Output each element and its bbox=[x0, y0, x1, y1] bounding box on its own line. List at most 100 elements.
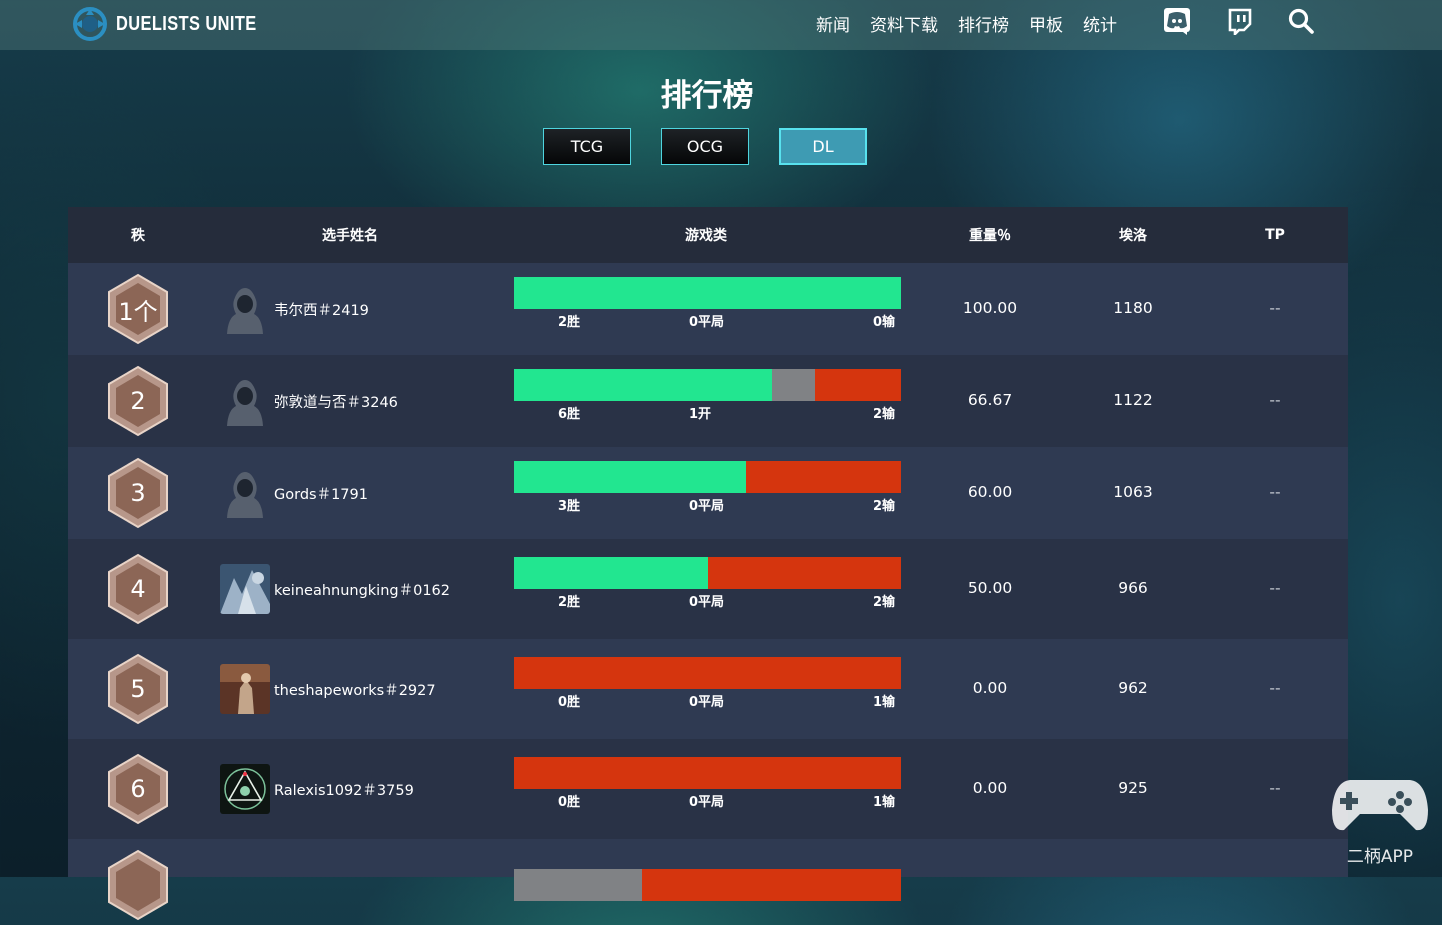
watermark-text: 二柄APP bbox=[1346, 847, 1414, 867]
draws-segment bbox=[771, 369, 815, 401]
discord-icon[interactable] bbox=[1162, 6, 1192, 36]
site-logo[interactable]: DUELISTS UNITE bbox=[72, 4, 287, 44]
hexagon-badge-icon bbox=[108, 849, 168, 921]
table-row[interactable]: 2 弥敦道与否＃3246 6胜 1开 2输 66.67 1122 -- bbox=[68, 355, 1348, 447]
player-name[interactable]: Ralexis1092＃3759 bbox=[274, 779, 414, 800]
leaderboard-table: 秩 选手姓名 游戏类 重量％ 埃洛 TP 1个 韦尔西＃2419 2胜 0平局 0输 10… bbox=[68, 207, 1348, 921]
rank-badge: 3 bbox=[106, 457, 170, 529]
draws-label: 0平局 bbox=[689, 795, 725, 810]
top-navbar: DUELISTS UNITE 新闻 资料下载 排行榜 甲板 统计 bbox=[0, 0, 1442, 50]
losses-segment bbox=[746, 461, 901, 493]
draws-segment bbox=[514, 869, 642, 901]
weight-value: 66.67 bbox=[967, 391, 1013, 409]
record-bar bbox=[514, 557, 901, 589]
record-bar bbox=[514, 277, 901, 309]
weight-value: 100.00 bbox=[962, 299, 1018, 317]
main-nav: 新闻 资料下载 排行榜 甲板 统计 bbox=[816, 11, 1117, 36]
nav-news[interactable]: 新闻 bbox=[816, 11, 850, 36]
table-row[interactable]: 4 keineahnungking＃0162 2胜 0平局 2输 50.00 966 -- bbox=[68, 539, 1348, 639]
tab-ocg[interactable]: OCG bbox=[661, 128, 749, 165]
draws-label: 0平局 bbox=[689, 595, 725, 610]
tab-tcg[interactable]: TCG bbox=[543, 128, 631, 165]
nav-rankings[interactable]: 排行榜 bbox=[958, 11, 1009, 36]
col-weight[interactable]: 重量％ bbox=[930, 225, 1050, 245]
player-name[interactable]: Gords＃1791 bbox=[274, 483, 368, 504]
avatar[interactable] bbox=[220, 284, 270, 334]
elo-value: 925 bbox=[1118, 779, 1148, 797]
record-bar bbox=[514, 461, 901, 493]
rank-number: 3 bbox=[130, 479, 146, 507]
record-bar bbox=[514, 657, 901, 689]
table-row[interactable]: 5 theshapeworks＃2927 0胜 0平局 1输 0.00 962 -- bbox=[68, 639, 1348, 739]
record-bar bbox=[514, 757, 901, 789]
wins-label: 0胜 bbox=[558, 795, 581, 810]
losses-label: 1输 bbox=[873, 795, 896, 810]
record-bar bbox=[514, 369, 901, 401]
player-name[interactable]: keineahnungking＃0162 bbox=[274, 579, 450, 600]
gamepad-icon bbox=[1332, 780, 1428, 831]
elo-value: 966 bbox=[1118, 579, 1148, 597]
elo-value: 1122 bbox=[1113, 391, 1153, 409]
tp-value: -- bbox=[1269, 483, 1281, 501]
rank-badge bbox=[106, 849, 170, 921]
nav-stats[interactable]: 统计 bbox=[1083, 11, 1117, 36]
table-row[interactable]: 1个 韦尔西＃2419 2胜 0平局 0输 100.00 1180 -- bbox=[68, 263, 1348, 355]
tp-value: -- bbox=[1269, 679, 1281, 697]
col-player[interactable]: 选手姓名 bbox=[270, 225, 430, 245]
rank-number: 5 bbox=[130, 675, 146, 703]
weight-value: 0.00 bbox=[972, 779, 1008, 797]
avatar[interactable] bbox=[220, 664, 270, 714]
rank-badge: 5 bbox=[106, 653, 170, 725]
page-title: 排行榜 bbox=[660, 78, 754, 114]
weight-value: 0.00 bbox=[972, 679, 1008, 697]
player-name[interactable]: 韦尔西＃2419 bbox=[274, 299, 369, 320]
tab-dl[interactable]: DL bbox=[779, 128, 867, 165]
table-header: 秩 选手姓名 游戏类 重量％ 埃洛 TP bbox=[68, 207, 1348, 263]
losses-segment bbox=[641, 869, 901, 901]
losses-segment bbox=[514, 757, 901, 789]
losses-label: 2输 bbox=[873, 407, 896, 422]
weight-value: 50.00 bbox=[967, 579, 1013, 597]
table-row-partial[interactable] bbox=[68, 839, 1348, 921]
player-name[interactable]: 弥敦道与否＃3246 bbox=[274, 391, 398, 412]
rank-number: 6 bbox=[130, 775, 146, 803]
elo-value: 1063 bbox=[1113, 483, 1153, 501]
wins-segment bbox=[514, 369, 772, 401]
player-name[interactable]: theshapeworks＃2927 bbox=[274, 679, 436, 700]
search-icon[interactable] bbox=[1286, 6, 1316, 36]
col-tp[interactable]: TP bbox=[1215, 227, 1335, 243]
nav-decks[interactable]: 甲板 bbox=[1029, 11, 1063, 36]
col-elo[interactable]: 埃洛 bbox=[1073, 225, 1193, 245]
losses-label: 2输 bbox=[873, 499, 896, 514]
wins-label: 0胜 bbox=[558, 695, 581, 710]
losses-label: 0输 bbox=[873, 315, 896, 330]
rank-number: 1个 bbox=[118, 297, 158, 326]
avatar[interactable] bbox=[220, 564, 270, 614]
wins-label: 6胜 bbox=[558, 407, 581, 422]
losses-label: 2输 bbox=[873, 595, 896, 610]
rank-badge: 4 bbox=[106, 553, 170, 625]
avatar[interactable] bbox=[220, 376, 270, 426]
twitch-icon[interactable] bbox=[1224, 6, 1254, 36]
col-rank[interactable]: 秩 bbox=[68, 225, 208, 245]
avatar[interactable] bbox=[220, 764, 270, 814]
logo-text: DUELISTS UNITE bbox=[116, 12, 257, 35]
table-body: 1个 韦尔西＃2419 2胜 0平局 0输 100.00 1180 -- 2 弥敦道与否＃3246… bbox=[68, 263, 1348, 921]
wins-segment bbox=[514, 277, 901, 309]
losses-segment bbox=[707, 557, 901, 589]
nav-downloads[interactable]: 资料下载 bbox=[870, 11, 938, 36]
rank-badge: 2 bbox=[106, 365, 170, 437]
losses-segment bbox=[814, 369, 901, 401]
col-games[interactable]: 游戏类 bbox=[626, 225, 786, 245]
wins-segment bbox=[514, 557, 708, 589]
wins-label: 2胜 bbox=[558, 315, 581, 330]
table-row[interactable]: 3 Gords＃1791 3胜 0平局 2输 60.00 1063 -- bbox=[68, 447, 1348, 539]
logo-icon bbox=[73, 7, 107, 41]
table-row[interactable]: 6 Ralexis1092＃3759 0胜 0平局 1输 0.00 925 -- bbox=[68, 739, 1348, 839]
avatar[interactable] bbox=[220, 468, 270, 518]
tp-value: -- bbox=[1269, 391, 1281, 409]
tp-value: -- bbox=[1269, 299, 1281, 317]
rank-number: 2 bbox=[130, 387, 146, 415]
draws-label: 0平局 bbox=[689, 315, 725, 330]
wins-label: 3胜 bbox=[558, 499, 581, 514]
